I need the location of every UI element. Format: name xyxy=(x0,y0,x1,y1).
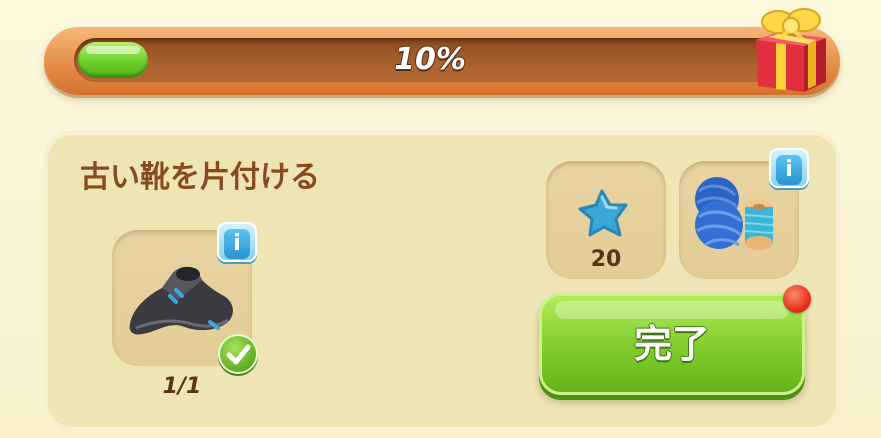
reward-star-amount: 20 xyxy=(590,247,622,272)
info-icon: i xyxy=(776,155,802,185)
required-item-count: 1/1 xyxy=(162,374,202,399)
task-title: 古い靴を片付ける xyxy=(80,160,320,195)
gift-box-icon[interactable] xyxy=(748,0,830,96)
check-icon xyxy=(218,334,258,374)
complete-button[interactable]: 完了 xyxy=(539,293,805,395)
progress-label: 10% xyxy=(394,42,466,77)
reward-info-button[interactable]: i xyxy=(769,148,809,188)
info-icon: i xyxy=(224,229,250,259)
item-info-button[interactable]: i xyxy=(217,222,257,262)
complete-button-label: 完了 xyxy=(633,322,710,366)
task-screen: 10% 古い靴を片付ける i 1/1 20 i 完了 xyxy=(0,0,881,438)
